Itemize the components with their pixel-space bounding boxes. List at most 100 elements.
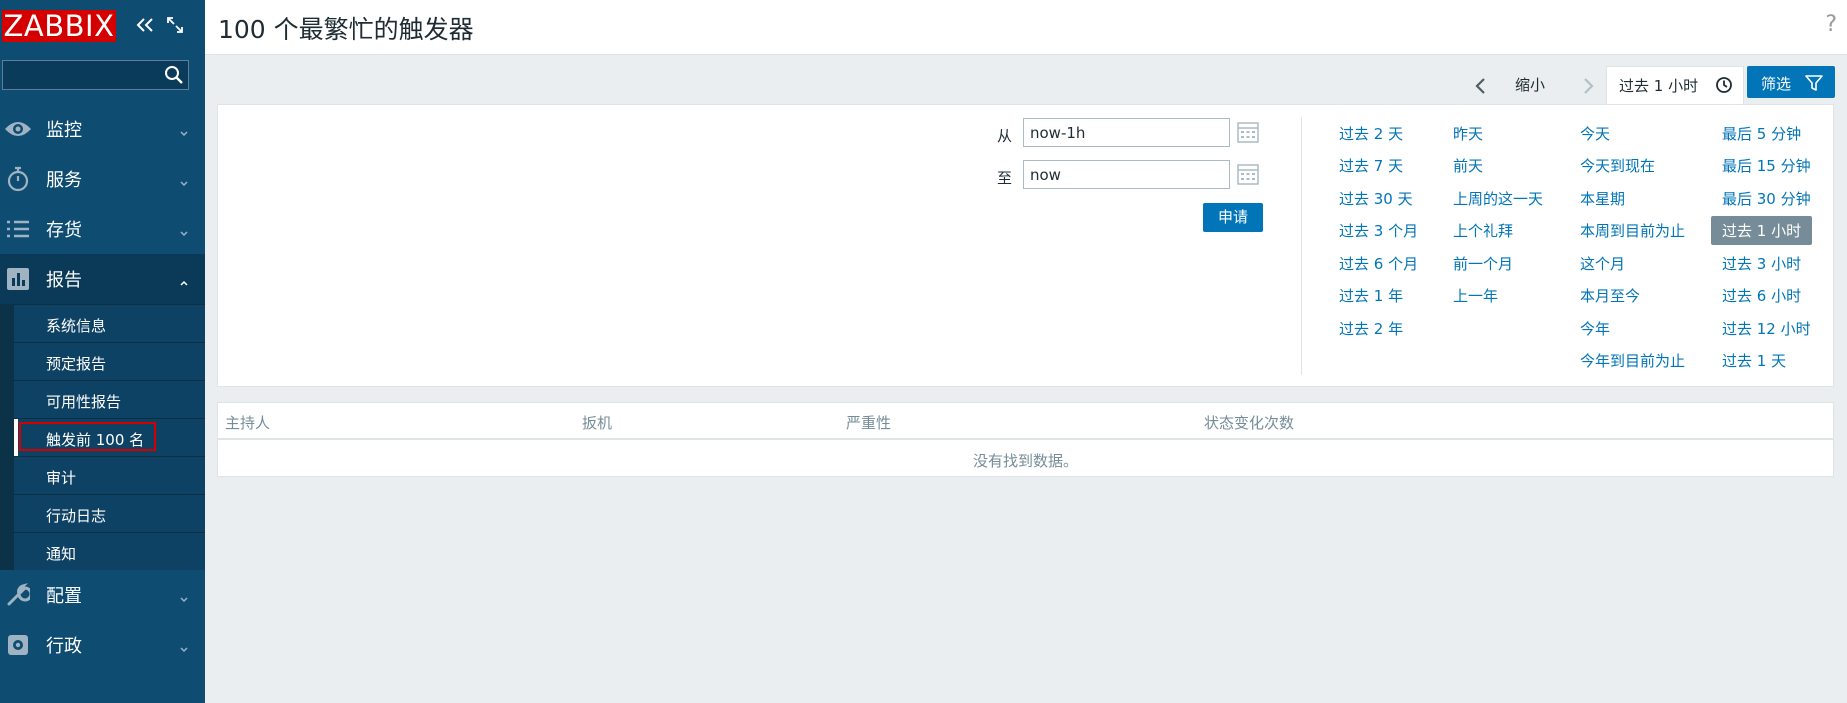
column-header-host: 主持人 <box>225 414 271 432</box>
sidebar-search <box>2 60 189 90</box>
quick-range-link[interactable]: 上周的这一天 <box>1453 188 1543 209</box>
submenu-label: 行动日志 <box>46 507 107 525</box>
chevron-down-icon <box>179 640 189 653</box>
kiosk-mode-icon[interactable] <box>164 14 186 36</box>
quick-range-link[interactable]: 昨天 <box>1453 123 1483 144</box>
menu-item-inventory[interactable]: 存货 <box>0 204 205 254</box>
menu-item-reports[interactable]: 报告 <box>0 254 205 304</box>
quick-range-link[interactable]: 过去 3 小时 <box>1722 253 1801 274</box>
main-menu: 监控 服务 存货 报告 系统信息 预定报告 可用性报告 触发前 100 名 审计… <box>0 104 205 670</box>
column-header-severity: 严重性 <box>846 414 892 432</box>
quick-range-link[interactable]: 本星期 <box>1580 188 1625 209</box>
time-range-tab[interactable]: 过去 1 小时 <box>1606 66 1744 104</box>
from-input[interactable]: now-1h <box>1023 118 1230 147</box>
quick-range-link[interactable]: 最后 30 分钟 <box>1722 188 1811 209</box>
quick-range-link[interactable]: 过去 2 年 <box>1339 318 1403 339</box>
chevron-down-icon <box>179 124 189 137</box>
calendar-icon[interactable] <box>1236 162 1260 186</box>
menu-item-monitoring[interactable]: 监控 <box>0 104 205 154</box>
apply-button[interactable]: 申请 <box>1203 203 1263 232</box>
quick-range-link[interactable]: 最后 15 分钟 <box>1722 155 1811 176</box>
time-range-label: 过去 1 小时 <box>1619 77 1699 95</box>
table-header: 主持人 扳机 严重性 状态变化次数 <box>218 403 1833 440</box>
collapse-sidebar-icon[interactable] <box>134 14 156 36</box>
quick-range-link[interactable]: 过去 1 天 <box>1722 350 1786 371</box>
column-header-trigger: 扳机 <box>582 414 613 432</box>
quick-range-link[interactable]: 最后 5 分钟 <box>1722 123 1801 144</box>
submenu-label: 系统信息 <box>46 317 107 335</box>
menu-item-administration[interactable]: 行政 <box>0 620 205 670</box>
quick-range-link[interactable]: 过去 30 天 <box>1339 188 1413 209</box>
triggers-table: 主持人 扳机 严重性 状态变化次数 没有找到数据。 <box>217 402 1834 477</box>
time-filter-panel: 从 now-1h 至 now 申请 过去 2 天 过去 7 天 过去 30 天 … <box>217 104 1834 387</box>
submenu-label: 通知 <box>46 545 77 563</box>
quick-range-link[interactable]: 今年到目前为止 <box>1580 350 1685 371</box>
quick-range-link[interactable]: 今年 <box>1580 318 1610 339</box>
stopwatch-icon <box>3 164 33 194</box>
submenu-action-log[interactable]: 行动日志 <box>14 494 205 532</box>
quick-range-link-selected[interactable]: 过去 1 小时 <box>1711 216 1813 245</box>
quick-range-link[interactable]: 过去 1 年 <box>1339 285 1403 306</box>
filter-icon <box>1805 74 1823 92</box>
quick-range-link[interactable]: 过去 6 小时 <box>1722 285 1801 306</box>
to-label: 至 <box>997 169 1013 187</box>
quick-range-link[interactable]: 过去 6 个月 <box>1339 253 1418 274</box>
page-title: 100 个最繁忙的触发器 <box>218 15 474 44</box>
quick-range-link[interactable]: 过去 7 天 <box>1339 155 1403 176</box>
sidebar: ZABBIX 监控 服务 存货 报告 系统信息 预定报告 可用性报告 触发前 1… <box>0 0 205 703</box>
calendar-icon[interactable] <box>1236 120 1260 144</box>
quick-range-link[interactable]: 今天 <box>1580 123 1610 144</box>
submenu-label: 预定报告 <box>46 355 107 373</box>
menu-item-services[interactable]: 服务 <box>0 154 205 204</box>
quick-range-link[interactable]: 这个月 <box>1580 253 1625 274</box>
to-input[interactable]: now <box>1023 160 1230 189</box>
submenu-availability-report[interactable]: 可用性报告 <box>14 380 205 418</box>
menu-label: 服务 <box>46 170 82 191</box>
logo-row: ZABBIX <box>0 0 205 52</box>
quick-range-link[interactable]: 过去 2 天 <box>1339 123 1403 144</box>
search-icon[interactable] <box>164 65 184 85</box>
quick-range-link[interactable]: 上个礼拜 <box>1453 220 1513 241</box>
submenu-label: 触发前 100 名 <box>46 431 145 449</box>
submenu-audit[interactable]: 审计 <box>14 456 205 494</box>
eye-icon <box>3 114 33 144</box>
time-navigation: 缩小 过去 1 小时 筛选 <box>205 66 1847 104</box>
chevron-down-icon <box>179 224 189 237</box>
zabbix-logo[interactable]: ZABBIX <box>2 10 116 42</box>
submenu-scheduled-reports[interactable]: 预定报告 <box>14 342 205 380</box>
clock-icon <box>1715 76 1733 94</box>
menu-item-configuration[interactable]: 配置 <box>0 570 205 620</box>
menu-label: 报告 <box>46 270 82 291</box>
submenu-system-info[interactable]: 系统信息 <box>14 304 205 342</box>
gear-icon <box>3 630 33 660</box>
menu-label: 存货 <box>46 220 82 241</box>
submenu-label: 审计 <box>46 469 77 487</box>
wrench-icon <box>3 580 33 610</box>
chevron-left-icon[interactable] <box>1468 73 1494 99</box>
help-icon[interactable]: ? <box>1825 12 1837 37</box>
zoom-out-button[interactable]: 缩小 <box>1515 74 1545 95</box>
search-input[interactable] <box>3 61 163 89</box>
chevron-up-icon <box>179 274 189 286</box>
chevron-right-icon[interactable] <box>1575 73 1601 99</box>
quick-range-link[interactable]: 前天 <box>1453 155 1483 176</box>
chevron-down-icon <box>179 590 189 603</box>
reports-submenu: 系统信息 预定报告 可用性报告 触发前 100 名 审计 行动日志 通知 <box>0 304 205 570</box>
column-header-status-changes: 状态变化次数 <box>1204 414 1295 432</box>
quick-range-link[interactable]: 今天到现在 <box>1580 155 1655 176</box>
quick-range-link[interactable]: 上一年 <box>1453 285 1498 306</box>
empty-message: 没有找到数据。 <box>972 452 1078 470</box>
quick-range-link[interactable]: 本月至今 <box>1580 285 1640 306</box>
divider <box>1301 117 1302 375</box>
quick-range-link[interactable]: 过去 12 小时 <box>1722 318 1811 339</box>
quick-range-link[interactable]: 本周到目前为止 <box>1580 220 1685 241</box>
menu-label: 行政 <box>46 636 82 657</box>
filter-tab-button[interactable]: 筛选 <box>1747 66 1835 98</box>
quick-range-link[interactable]: 过去 3 个月 <box>1339 220 1418 241</box>
menu-label: 配置 <box>46 586 82 607</box>
menu-label: 监控 <box>46 120 82 141</box>
submenu-notifications[interactable]: 通知 <box>14 532 205 570</box>
chevron-down-icon <box>179 174 189 187</box>
submenu-top-100-triggers[interactable]: 触发前 100 名 <box>14 418 205 456</box>
quick-range-link[interactable]: 前一个月 <box>1453 253 1513 274</box>
